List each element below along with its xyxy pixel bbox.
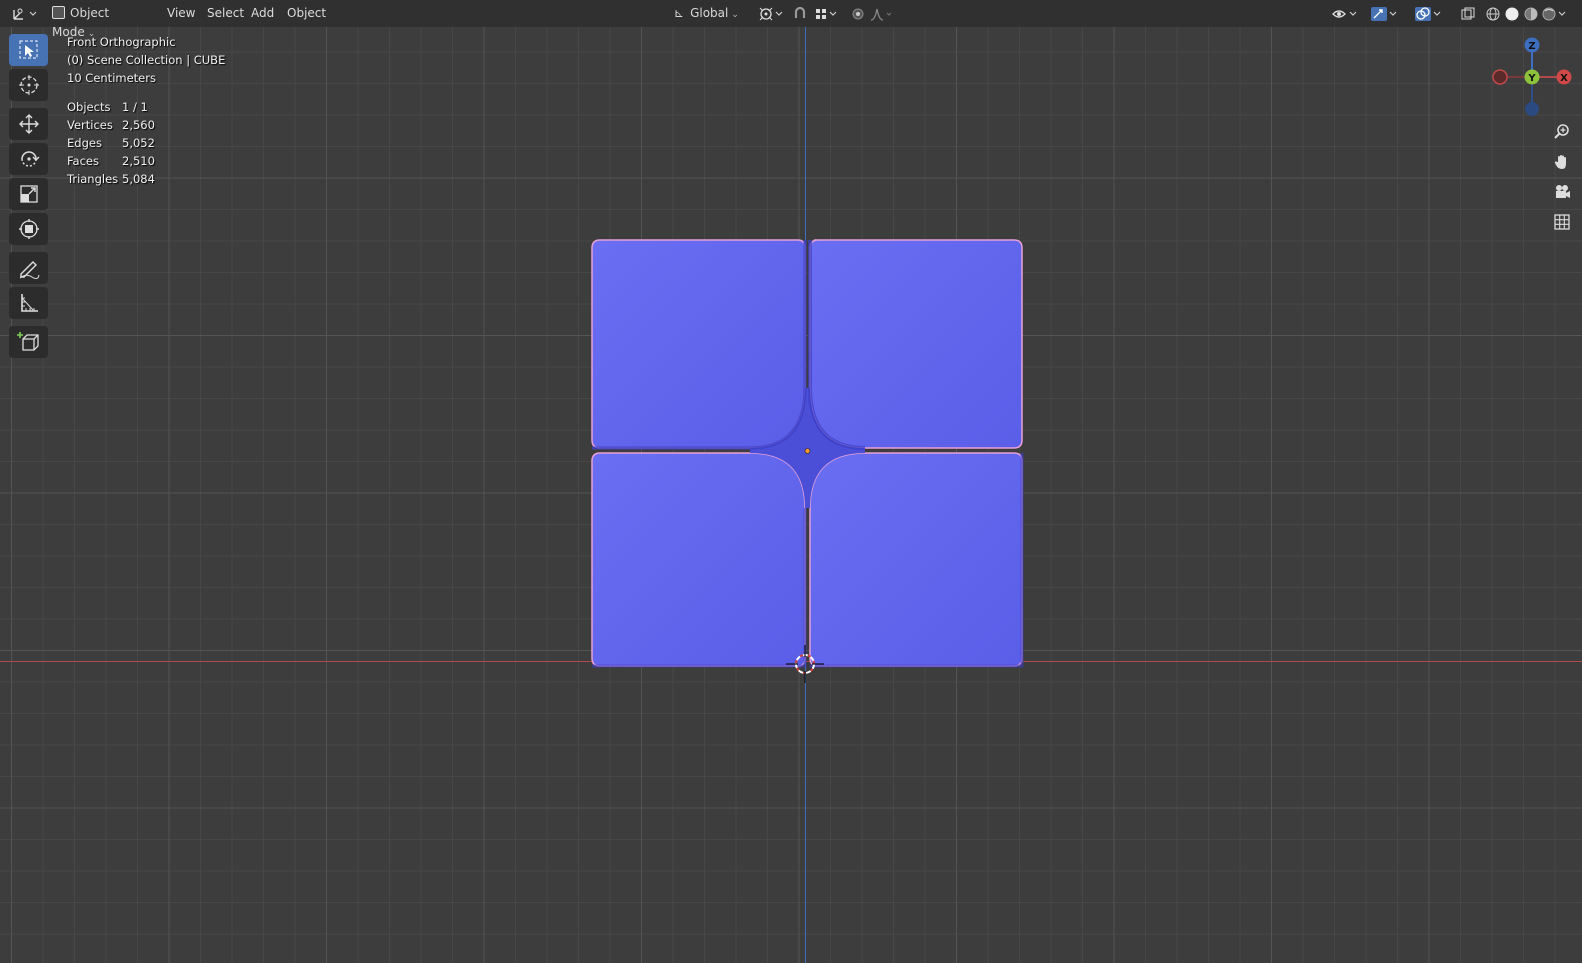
select-box-icon — [19, 40, 37, 59]
pivot-point-icon[interactable] — [757, 4, 785, 23]
mesh-quadrant-top-right — [809, 239, 1023, 449]
stat-label: Vertices — [67, 118, 113, 132]
mesh-quadrant-top-left — [591, 239, 806, 449]
zoom-button[interactable] — [1549, 119, 1575, 145]
mesh-quadrant-bottom-left — [591, 452, 806, 667]
stat-value: 5,084 — [122, 172, 155, 186]
visibility-icon[interactable] — [1330, 4, 1360, 23]
collection-label: (0) Scene Collection | CUBE — [67, 53, 226, 67]
scale-icon — [19, 185, 38, 203]
gizmo-toggle-icon[interactable] — [1369, 4, 1399, 23]
shading-solid-icon[interactable] — [1502, 4, 1522, 23]
chevron-down-icon: ⌄ — [731, 10, 739, 20]
tool-transform[interactable] — [9, 213, 48, 245]
3d-cursor-icon[interactable] — [784, 643, 826, 685]
menu-view[interactable]: View — [163, 4, 199, 23]
tool-cursor[interactable] — [9, 69, 48, 101]
stat-value: 5,052 — [122, 136, 155, 150]
rotate-icon — [20, 151, 39, 167]
editor-type-icon[interactable] — [10, 4, 40, 23]
menu-add[interactable]: Add — [247, 4, 278, 23]
gizmo-neg-z[interactable] — [1525, 102, 1539, 116]
stat-label: Faces — [67, 154, 99, 168]
gizmo-x-label: X — [1560, 73, 1568, 84]
stat-value: 2,560 — [122, 118, 155, 132]
orientation-icon: ⊾ — [674, 6, 685, 20]
proportional-edit-icon[interactable] — [848, 4, 868, 23]
gizmo-neg-x[interactable] — [1492, 69, 1508, 85]
stat-label: Edges — [67, 136, 102, 150]
tool-rotate[interactable] — [9, 143, 48, 175]
cursor-icon — [18, 75, 39, 95]
xray-toggle-icon[interactable] — [1458, 4, 1478, 23]
menu-object[interactable]: Object — [283, 4, 330, 23]
grid-icon — [1554, 214, 1570, 230]
measure-icon — [20, 294, 38, 312]
scale-label: 10 Centimeters — [67, 71, 156, 85]
stat-value: 2,510 — [122, 154, 155, 168]
object-origin[interactable] — [804, 448, 811, 454]
gizmo-z-label: Z — [1528, 41, 1535, 52]
mesh-quadrant-bottom-right — [809, 452, 1023, 667]
menu-select[interactable]: Select — [203, 4, 248, 23]
stat-label: Triangles — [67, 172, 119, 186]
annotate-icon — [19, 261, 39, 279]
chevron-down-icon: ⌄ — [87, 29, 96, 39]
falloff-curve-icon[interactable] — [868, 4, 896, 23]
orientation-label: Global — [690, 6, 729, 20]
shading-wireframe-icon[interactable] — [1483, 4, 1503, 23]
gizmo-y-label: Y — [1527, 73, 1536, 84]
transform-orientation-dropdown[interactable]: ⊾ Global ⌄ — [670, 4, 750, 23]
cube-mesh[interactable] — [590, 238, 1026, 670]
stat-value: 1 / 1 — [122, 100, 148, 114]
toggle-perspective-button[interactable] — [1549, 209, 1575, 235]
move-icon — [18, 114, 39, 134]
tool-scale[interactable] — [9, 178, 48, 210]
tool-select-box[interactable] — [9, 34, 48, 66]
stat-label: Objects — [67, 100, 111, 114]
3d-viewport[interactable] — [0, 0, 1582, 963]
tool-measure[interactable] — [9, 287, 48, 319]
overlays-toggle-icon[interactable] — [1413, 4, 1443, 23]
tool-annotate[interactable] — [9, 252, 48, 284]
transform-icon — [18, 219, 39, 239]
shading-rendered-icon[interactable] — [1540, 4, 1568, 23]
camera-view-button[interactable] — [1549, 179, 1575, 205]
pan-button[interactable] — [1549, 149, 1575, 175]
camera-icon — [1556, 185, 1570, 198]
navigation-gizmo[interactable]: Z X Y — [1490, 34, 1574, 120]
object-mode-icon — [52, 6, 65, 19]
hand-icon — [1554, 155, 1566, 169]
shading-material-icon[interactable] — [1521, 4, 1541, 23]
snap-toggle-icon[interactable] — [790, 4, 810, 23]
zoom-icon — [1554, 124, 1569, 139]
add-cube-icon — [16, 332, 39, 351]
snap-target-icon[interactable] — [812, 4, 840, 23]
mode-dropdown[interactable]: Object Mode ⌄ — [48, 4, 160, 39]
viewport-header: Object Mode ⌄ View Select Add Object ⊾ Glo… — [0, 0, 1582, 39]
tool-add-cube[interactable] — [9, 326, 48, 358]
tool-move[interactable] — [9, 108, 48, 140]
